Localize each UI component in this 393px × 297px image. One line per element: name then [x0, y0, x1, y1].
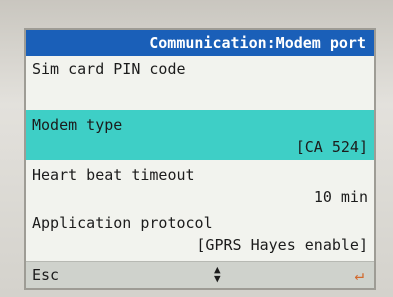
page-title: Communication:Modem port — [26, 30, 374, 56]
menu-item-label: Heart beat timeout — [32, 166, 195, 184]
menu-item-modem-type[interactable]: Modem type [CA 524] — [26, 110, 374, 160]
soft-key-bar: Esc ▲ ▼ ↵ — [26, 261, 374, 288]
menu-item-label: Modem type — [32, 116, 123, 134]
menu-item-sim-card-pin[interactable]: Sim card PIN code — [26, 60, 374, 102]
menu-item-label: Sim card PIN code — [32, 60, 186, 78]
menu-item-value: [CA 524] — [295, 138, 368, 156]
menu-item-label: Application protocol — [32, 214, 213, 232]
menu-item-application-protocol[interactable]: Application protocol [GPRS Hayes enable] — [26, 212, 374, 260]
menu-item-value: 10 min — [313, 188, 368, 206]
menu-item-value: [GPRS Hayes enable] — [196, 236, 368, 254]
enter-return-icon[interactable]: ↵ — [354, 265, 364, 284]
lcd-screen: Communication:Modem port Sim card PIN co… — [24, 28, 376, 290]
menu-item-heart-beat-timeout[interactable]: Heart beat timeout 10 min — [26, 164, 374, 210]
esc-button[interactable]: Esc — [32, 266, 59, 284]
up-down-arrows-icon[interactable]: ▲ ▼ — [214, 264, 221, 284]
